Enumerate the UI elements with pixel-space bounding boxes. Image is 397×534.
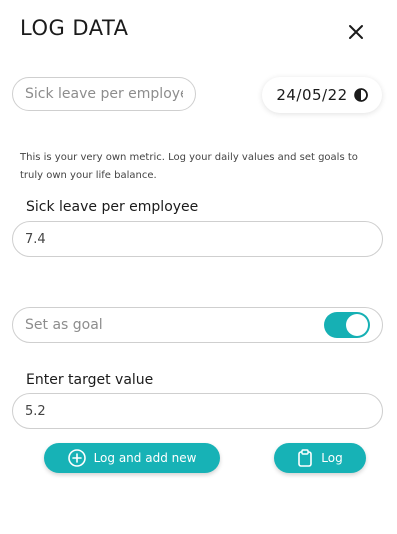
close-button[interactable]	[342, 18, 370, 46]
metric-field-label: Sick leave per employee	[26, 199, 199, 215]
log-and-add-new-label: Log and add new	[93, 451, 197, 465]
target-value-input[interactable]: 5.2	[12, 393, 383, 429]
plus-circle-icon	[67, 449, 86, 467]
log-button[interactable]: Log	[274, 443, 366, 473]
set-goal-label: Set as goal	[25, 317, 103, 333]
metric-selector-value: Sick leave per employee	[25, 86, 183, 102]
date-value: 24/05/22	[276, 86, 348, 104]
date-selector[interactable]: 24/05/22	[262, 77, 382, 113]
log-label: Log	[321, 451, 343, 465]
close-icon	[349, 25, 363, 39]
clipboard-icon	[298, 449, 313, 467]
set-goal-row: Set as goal	[12, 307, 383, 343]
metric-description: This is your very own metric. Log your d…	[20, 152, 358, 181]
toggle-knob	[346, 314, 368, 336]
metric-value-input[interactable]: 7.4	[12, 221, 383, 257]
set-goal-toggle[interactable]	[324, 312, 370, 338]
log-and-add-new-button[interactable]: Log and add new	[44, 443, 220, 473]
target-field-label: Enter target value	[26, 372, 154, 388]
metric-selector[interactable]: Sick leave per employee	[12, 77, 196, 111]
dialog-title: LOG DATA	[20, 16, 129, 40]
half-moon-icon	[353, 88, 368, 102]
metric-value-text: 7.4	[25, 231, 46, 247]
target-value-text: 5.2	[25, 403, 46, 419]
log-data-dialog: LOG DATA Sick leave per employee 24/05/2…	[0, 0, 397, 534]
